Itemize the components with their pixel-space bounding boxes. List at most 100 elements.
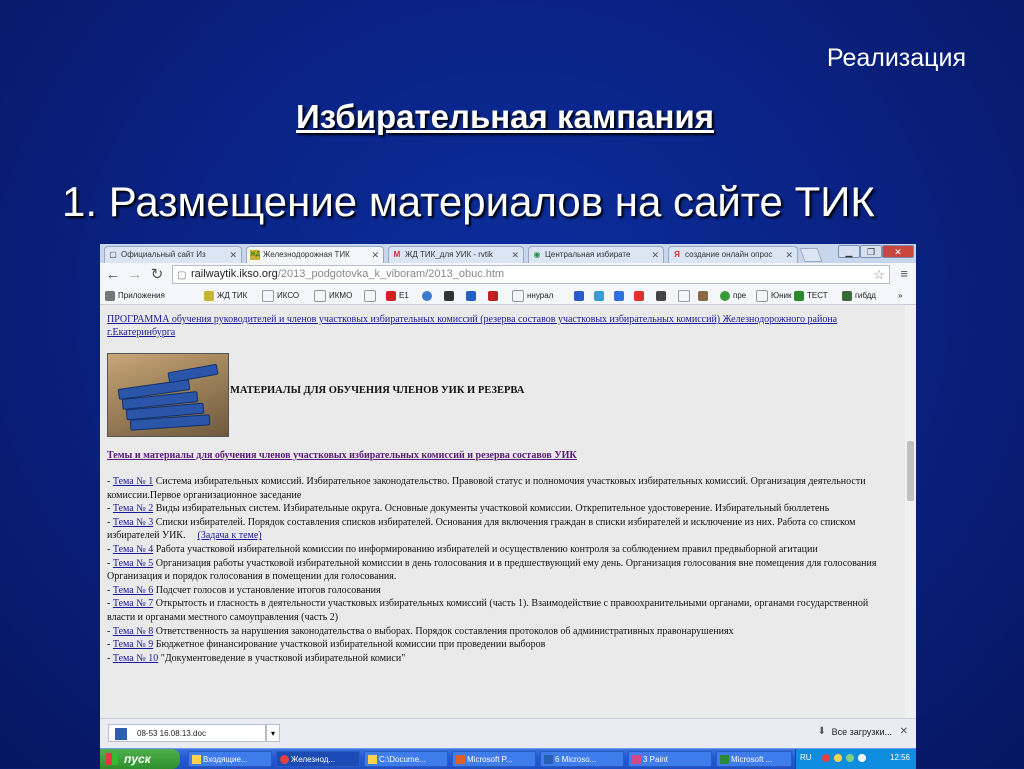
themes-heading[interactable]: Темы и материалы для обучения членов уча… bbox=[107, 450, 577, 461]
bookmark-pre[interactable]: пре bbox=[720, 289, 746, 302]
tab-label: создание онлайн опрос bbox=[685, 250, 773, 259]
tray-icon[interactable] bbox=[822, 754, 830, 762]
bookmark-66[interactable] bbox=[488, 289, 501, 302]
theme-link[interactable]: Тема № 7 bbox=[113, 598, 153, 609]
tab-central[interactable]: ◉ Центральная избирате ✕ bbox=[528, 246, 664, 263]
bookmark-photo[interactable] bbox=[698, 289, 711, 302]
tab-official-site[interactable]: ▢ Официальный сайт Из ✕ bbox=[104, 246, 242, 263]
tab-label: ЖД ТИК_для УИК - rvtik bbox=[405, 250, 493, 259]
close-icon[interactable]: ✕ bbox=[229, 247, 237, 263]
task-excel[interactable]: Microsoft ... bbox=[716, 751, 792, 767]
close-icon[interactable]: ✕ bbox=[785, 247, 793, 263]
yandex-icon bbox=[634, 290, 644, 301]
vertical-scrollbar[interactable] bbox=[905, 305, 916, 718]
theme-link[interactable]: Тема № 8 bbox=[113, 626, 153, 637]
reload-button[interactable]: ↻ bbox=[148, 266, 166, 284]
bookmark-zhd-tik[interactable]: ЖД ТИК bbox=[204, 289, 247, 302]
bookmark-yunik[interactable]: Юник bbox=[756, 289, 791, 302]
theme-link[interactable]: Тема № 2 bbox=[113, 503, 153, 514]
back-button[interactable]: ← bbox=[104, 266, 122, 284]
bookmark-star-icon[interactable]: ☆ bbox=[873, 266, 885, 283]
theme-link[interactable]: Тема № 9 bbox=[113, 639, 153, 650]
language-indicator[interactable]: RU bbox=[800, 753, 812, 762]
bookmark-u[interactable] bbox=[444, 289, 457, 302]
tab-zhd-tik[interactable]: ЖД Железнодорожная ТИК ✕ bbox=[246, 246, 384, 263]
theme-link[interactable]: Тема № 3 bbox=[113, 517, 153, 528]
close-icon[interactable]: ✕ bbox=[511, 247, 519, 263]
theme-link[interactable]: Тема № 6 bbox=[113, 585, 153, 596]
theme-link[interactable]: Тема № 1 bbox=[113, 476, 153, 487]
materials-title: МАТЕРИАЛЫ ДЛЯ ОБУЧЕНИЯ ЧЛЕНОВ УИК И РЕЗЕ… bbox=[230, 385, 525, 396]
bookmark-e1[interactable]: E1 bbox=[386, 289, 409, 302]
tray-icon[interactable] bbox=[834, 754, 842, 762]
bookmark-nnural[interactable]: ннурал bbox=[512, 289, 553, 302]
task-chrome[interactable]: Железнод... bbox=[276, 751, 360, 767]
google-icon bbox=[614, 290, 624, 301]
page-content: ПРОГРАММА обучения руководителей и члено… bbox=[100, 305, 905, 718]
gibdd-icon bbox=[842, 290, 852, 301]
close-icon[interactable]: ✕ bbox=[900, 726, 908, 737]
address-bar[interactable]: ▢ railwaytik.ikso.org/2013_podgotovka_k_… bbox=[172, 265, 890, 284]
bookmarks-overflow-button[interactable]: » bbox=[898, 289, 902, 302]
download-item[interactable]: 08-53 16.08.13.doc bbox=[108, 724, 266, 742]
new-tab-button[interactable] bbox=[799, 248, 823, 262]
maximize-button[interactable]: ❐ bbox=[860, 245, 882, 258]
scroll-thumb[interactable] bbox=[907, 441, 914, 501]
minimize-button[interactable]: ▁ bbox=[838, 245, 860, 258]
bookmark-google[interactable] bbox=[614, 289, 627, 302]
task-inbox[interactable]: Входящие... bbox=[188, 751, 272, 767]
task-folder[interactable]: C:\Docume... bbox=[364, 751, 448, 767]
task-link[interactable]: (Задача к теме) bbox=[197, 530, 261, 541]
bookmark-rbc[interactable] bbox=[466, 289, 479, 302]
bookmark-blank[interactable] bbox=[364, 289, 379, 302]
theme-link[interactable]: Тема № 5 bbox=[113, 558, 153, 569]
bookmark-yandex[interactable] bbox=[634, 289, 647, 302]
word-icon bbox=[544, 755, 553, 764]
download-filename: 08-53 16.08.13.doc bbox=[137, 729, 206, 738]
list-item: - Тема № 6 Подсчет голосов и установлени… bbox=[107, 584, 381, 596]
word-doc-icon bbox=[115, 728, 127, 740]
tab-gmail[interactable]: M ЖД ТИК_для УИК - rvtik ✕ bbox=[388, 246, 524, 263]
page-icon: ▢ bbox=[109, 250, 117, 259]
list-item: - Тема № 9 Бюджетное финансирование учас… bbox=[107, 639, 546, 651]
tray-icon[interactable] bbox=[846, 754, 854, 762]
program-link[interactable]: ПРОГРАММА обучения руководителей и члено… bbox=[107, 313, 897, 339]
start-button[interactable]: пуск bbox=[100, 749, 180, 769]
bookmark-ikmo[interactable]: ИКМО bbox=[314, 289, 352, 302]
bookmark-globe[interactable] bbox=[422, 289, 435, 302]
paint-icon bbox=[632, 755, 641, 764]
task-powerpoint[interactable]: Microsoft P... bbox=[452, 751, 536, 767]
bookmark-test[interactable]: ТЕСТ bbox=[794, 289, 828, 302]
forward-button[interactable]: → bbox=[126, 266, 144, 284]
bookmark-apps[interactable]: Приложения bbox=[105, 289, 165, 302]
theme-link[interactable]: Тема № 4 bbox=[113, 544, 153, 555]
mail-icon bbox=[574, 290, 584, 301]
zhd-tik-icon: ЖД bbox=[250, 250, 260, 260]
download-menu-button[interactable]: ▾ bbox=[266, 724, 280, 742]
bookmark-mail[interactable] bbox=[574, 289, 587, 302]
windows-flag-icon bbox=[106, 753, 118, 765]
page-icon: ▢ bbox=[177, 270, 187, 281]
task-paint[interactable]: 3 Paint bbox=[628, 751, 712, 767]
tab-label: Официальный сайт Из bbox=[121, 250, 206, 259]
slide-title: Избирательная кампания bbox=[296, 98, 714, 135]
close-icon[interactable]: ✕ bbox=[651, 247, 659, 263]
bookmark-page[interactable] bbox=[678, 289, 693, 302]
all-downloads-link[interactable]: Все загрузки... bbox=[832, 727, 892, 737]
folder-icon bbox=[368, 755, 377, 764]
bookmark-gibdd[interactable]: гибдд bbox=[842, 289, 876, 302]
menu-icon[interactable]: ≡ bbox=[900, 266, 908, 281]
tray-icon[interactable] bbox=[858, 754, 866, 762]
tab-label: Центральная избирате bbox=[545, 250, 631, 259]
bookmarks-bar: Приложения ЖД ТИК ИКСО ИКМО E1 ннурал пр… bbox=[100, 287, 916, 305]
bookmark-weather[interactable] bbox=[594, 289, 607, 302]
window-close-button[interactable]: ✕ bbox=[882, 245, 914, 258]
list-item: - Тема № 5 Организация работы участковой… bbox=[107, 557, 877, 583]
tab-survey[interactable]: Я создание онлайн опрос ✕ bbox=[668, 246, 798, 263]
close-icon[interactable]: ✕ bbox=[371, 247, 379, 263]
theme-link[interactable]: Тема № 10 bbox=[113, 653, 158, 664]
u-icon bbox=[444, 290, 454, 301]
bookmark-text[interactable] bbox=[656, 289, 669, 302]
task-word[interactable]: 6 Microso... bbox=[540, 751, 624, 767]
bookmark-ikso[interactable]: ИКСО bbox=[262, 289, 299, 302]
